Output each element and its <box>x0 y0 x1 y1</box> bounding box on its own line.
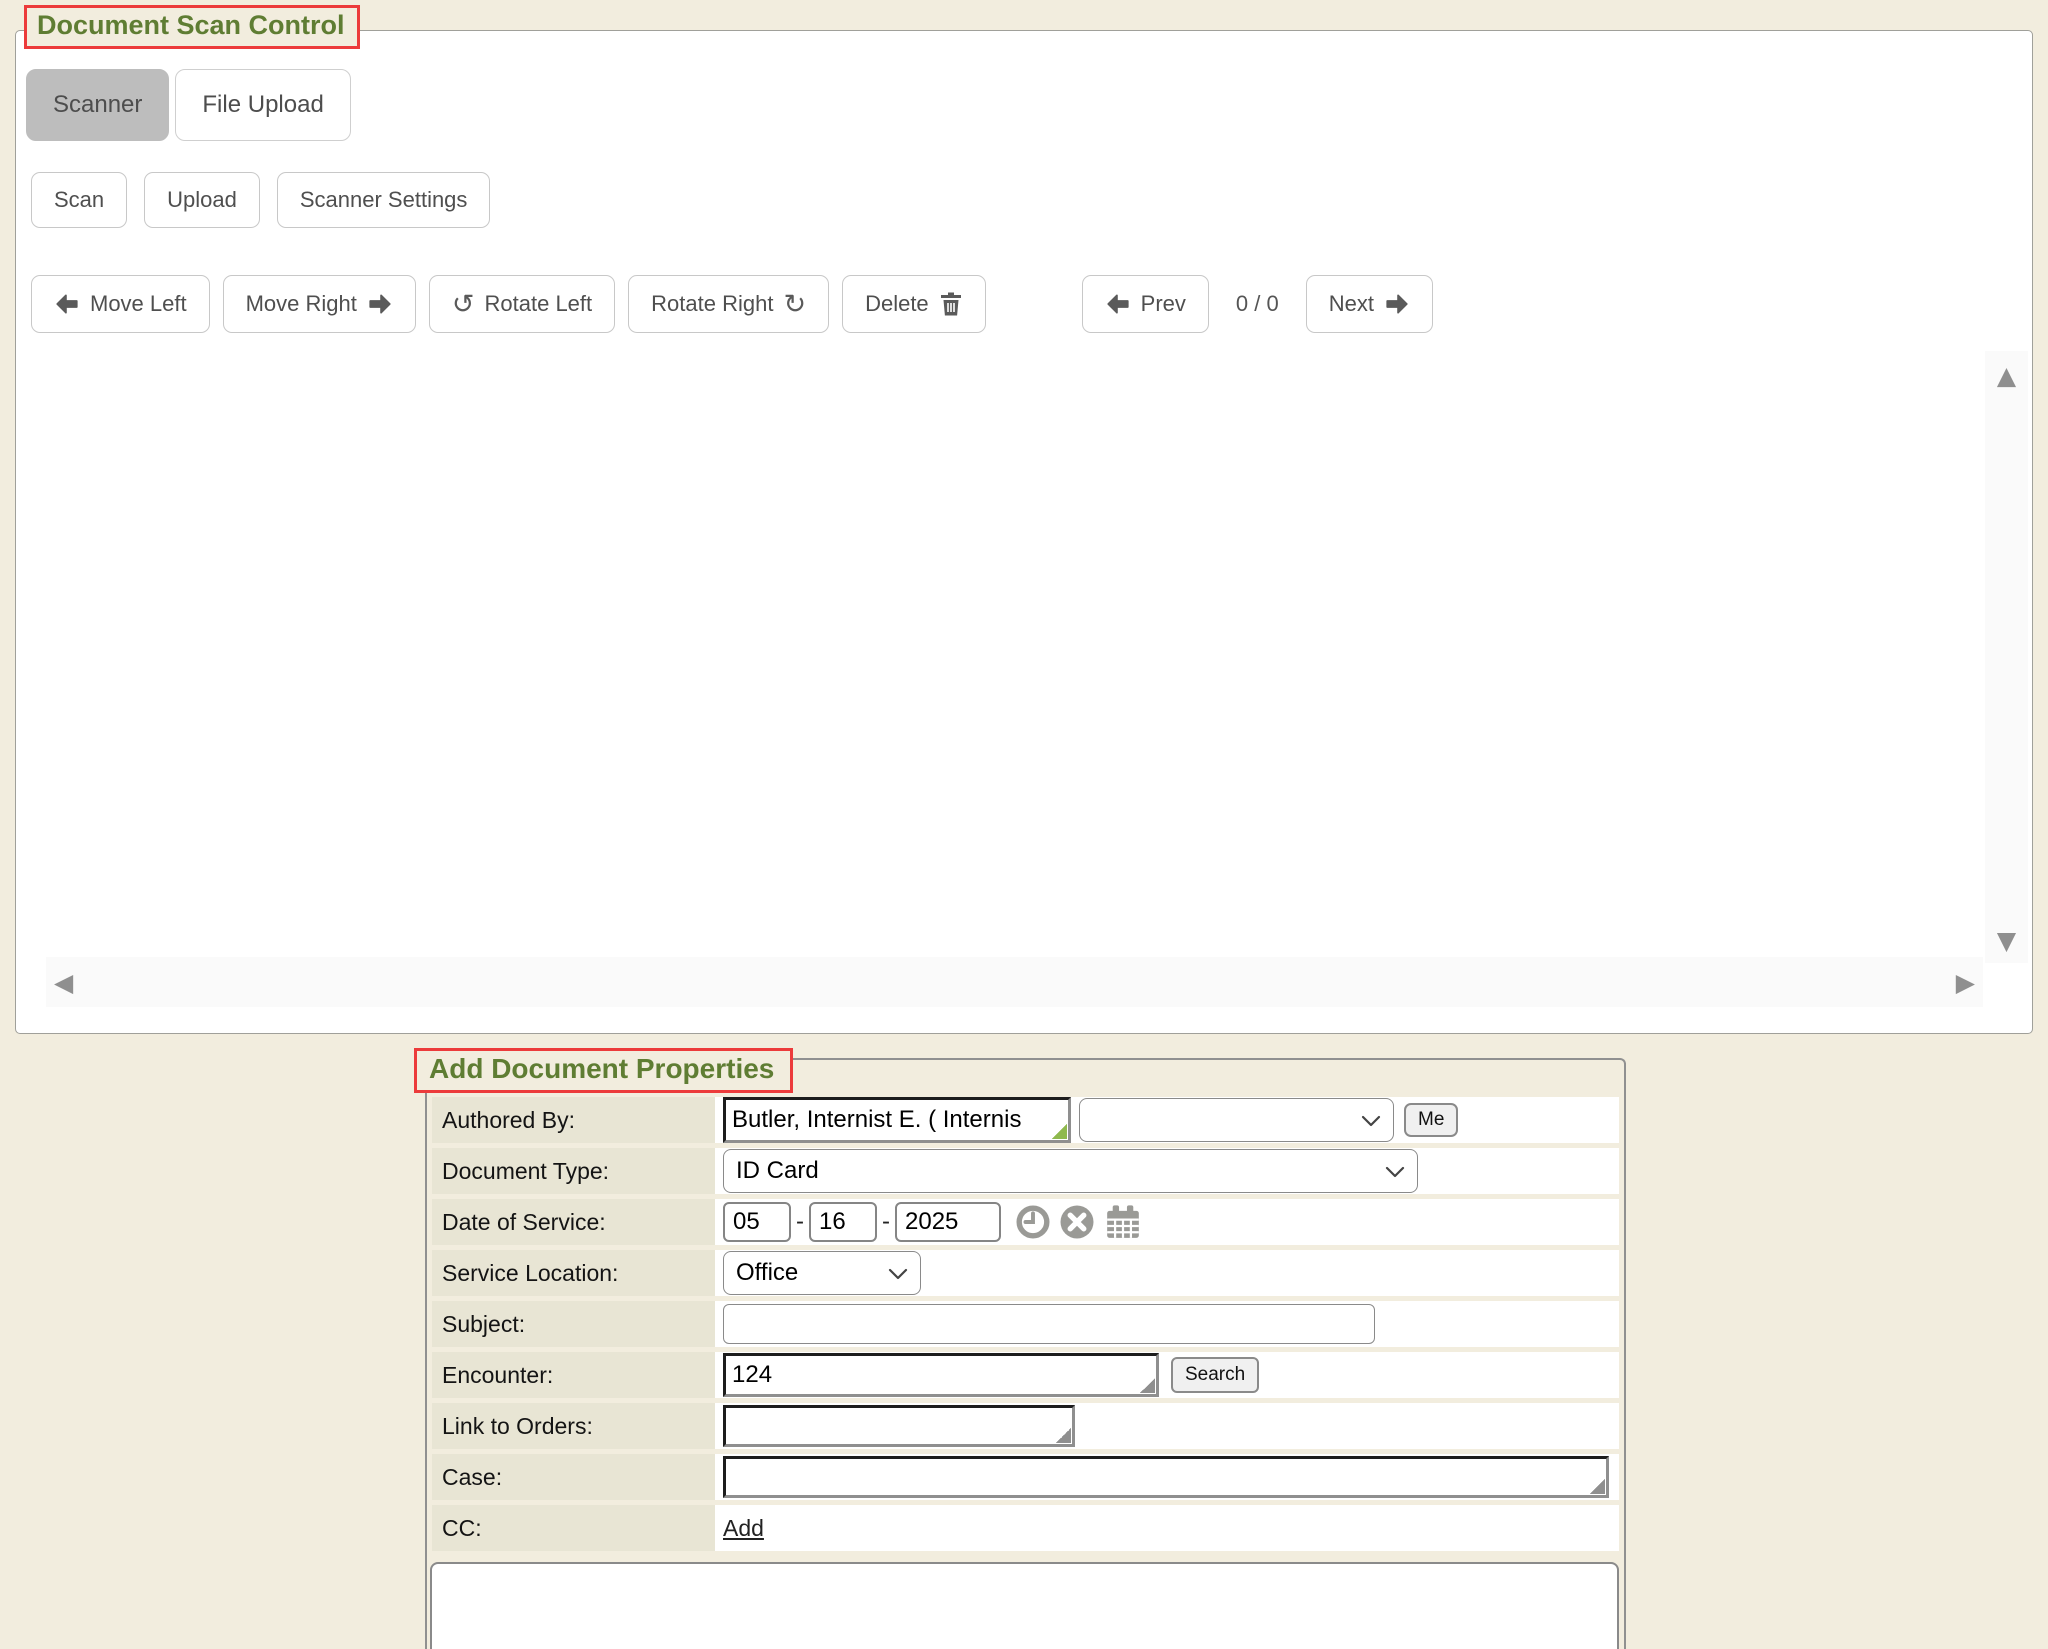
prev-page-button[interactable]: Prev <box>1082 275 1209 333</box>
arrow-left-icon <box>1105 291 1131 317</box>
document-type-label: Document Type: <box>432 1148 715 1194</box>
scan-control-title: Document Scan Control <box>24 5 360 49</box>
rotate-right-button[interactable]: Rotate Right ↻ <box>628 275 829 333</box>
upload-button[interactable]: Upload <box>144 172 260 228</box>
trash-icon <box>939 291 963 317</box>
rotate-right-icon: ↻ <box>783 291 806 318</box>
calendar-icon <box>1103 1203 1143 1241</box>
next-page-button[interactable]: Next <box>1306 275 1433 333</box>
encounter-search-button[interactable]: Search <box>1171 1357 1259 1393</box>
rotate-right-label: Rotate Right <box>651 291 773 317</box>
delete-button[interactable]: Delete <box>842 275 986 333</box>
scroll-down-icon[interactable]: ▼ <box>1985 928 2028 953</box>
service-location-select[interactable]: Office <box>723 1251 921 1295</box>
arrow-right-icon <box>367 291 393 317</box>
scan-action-buttons: Scan Upload Scanner Settings <box>31 172 490 228</box>
scanner-settings-button[interactable]: Scanner Settings <box>277 172 491 228</box>
date-day-input[interactable] <box>809 1202 877 1242</box>
link-to-orders-input-wrap <box>723 1405 1075 1447</box>
rotate-left-label: Rotate Left <box>485 291 593 317</box>
scan-tabs: Scanner File Upload <box>26 69 351 141</box>
chevron-down-icon <box>888 1259 908 1287</box>
current-time-button[interactable] <box>1015 1204 1051 1240</box>
document-notes-textarea[interactable] <box>430 1562 1619 1649</box>
arrow-right-icon <box>1384 291 1410 317</box>
document-properties-panel: Add Document Properties Authored By: Me … <box>425 1058 1626 1649</box>
rotate-left-button[interactable]: ↺ Rotate Left <box>429 275 615 333</box>
encounter-field: Search <box>715 1352 1619 1398</box>
move-right-button[interactable]: Move Right <box>223 275 416 333</box>
subject-input[interactable] <box>723 1304 1375 1344</box>
date-year-input[interactable] <box>895 1202 1001 1242</box>
scroll-up-icon[interactable]: ▲ <box>1985 363 2028 388</box>
me-button[interactable]: Me <box>1404 1103 1458 1137</box>
image-toolbar: Move Left Move Right ↺ Rotate Left Rotat… <box>31 275 1433 333</box>
move-left-label: Move Left <box>90 291 187 317</box>
clock-icon <box>1015 1204 1051 1240</box>
prev-label: Prev <box>1141 291 1186 317</box>
chevron-down-icon <box>1385 1157 1405 1185</box>
calendar-button[interactable] <box>1103 1203 1143 1241</box>
encounter-input[interactable] <box>726 1356 1156 1394</box>
authored-by-label: Authored By: <box>432 1097 715 1143</box>
move-left-button[interactable]: Move Left <box>31 275 210 333</box>
scroll-left-icon[interactable]: ◀ <box>54 970 73 995</box>
next-label: Next <box>1329 291 1374 317</box>
vertical-scrollbar[interactable]: ▲ ▼ <box>1985 351 2028 963</box>
arrow-left-icon <box>54 291 80 317</box>
service-location-label: Service Location: <box>432 1250 715 1296</box>
service-location-field: Office <box>715 1250 1619 1296</box>
case-label: Case: <box>432 1454 715 1500</box>
date-separator: - <box>882 1208 890 1236</box>
document-properties-form: Authored By: Me Document Type: ID Card D… <box>432 1097 1619 1551</box>
cc-add-link[interactable]: Add <box>723 1515 764 1542</box>
cc-field: Add <box>715 1505 1619 1551</box>
rotate-left-icon: ↺ <box>452 291 475 318</box>
link-to-orders-field <box>715 1403 1619 1449</box>
document-type-field: ID Card <box>715 1148 1619 1194</box>
subject-field <box>715 1301 1619 1347</box>
authored-by-secondary-select[interactable] <box>1079 1098 1394 1142</box>
date-month-input[interactable] <box>723 1202 791 1242</box>
delete-label: Delete <box>865 291 929 317</box>
authored-by-input[interactable] <box>726 1100 1068 1140</box>
move-right-label: Move Right <box>246 291 357 317</box>
scan-button[interactable]: Scan <box>31 172 127 228</box>
authored-by-input-wrap <box>723 1097 1071 1143</box>
document-type-select[interactable]: ID Card <box>723 1149 1418 1193</box>
case-field <box>715 1454 1619 1500</box>
encounter-label: Encounter: <box>432 1352 715 1398</box>
x-circle-icon <box>1059 1204 1095 1240</box>
subject-label: Subject: <box>432 1301 715 1347</box>
link-to-orders-label: Link to Orders: <box>432 1403 715 1449</box>
case-input-wrap <box>723 1456 1609 1498</box>
encounter-input-wrap <box>723 1353 1159 1397</box>
clear-date-button[interactable] <box>1059 1204 1095 1240</box>
document-properties-title: Add Document Properties <box>414 1048 793 1093</box>
document-type-value: ID Card <box>736 1157 819 1185</box>
chevron-down-icon <box>1361 1106 1381 1134</box>
page-counter: 0 / 0 <box>1222 291 1293 317</box>
scroll-right-icon[interactable]: ▶ <box>1956 970 1975 995</box>
authored-by-field: Me <box>715 1097 1619 1143</box>
link-to-orders-input[interactable] <box>726 1408 1072 1444</box>
scan-control-panel: Document Scan Control Scanner File Uploa… <box>15 30 2033 1034</box>
tab-file-upload[interactable]: File Upload <box>175 69 350 141</box>
cc-label: CC: <box>432 1505 715 1551</box>
horizontal-scrollbar[interactable]: ◀ ▶ <box>46 957 1983 1007</box>
date-of-service-field: - - <box>715 1199 1619 1245</box>
case-input[interactable] <box>726 1459 1606 1495</box>
date-of-service-label: Date of Service: <box>432 1199 715 1245</box>
date-separator: - <box>796 1208 804 1236</box>
service-location-value: Office <box>736 1259 798 1287</box>
tab-scanner[interactable]: Scanner <box>26 69 169 141</box>
